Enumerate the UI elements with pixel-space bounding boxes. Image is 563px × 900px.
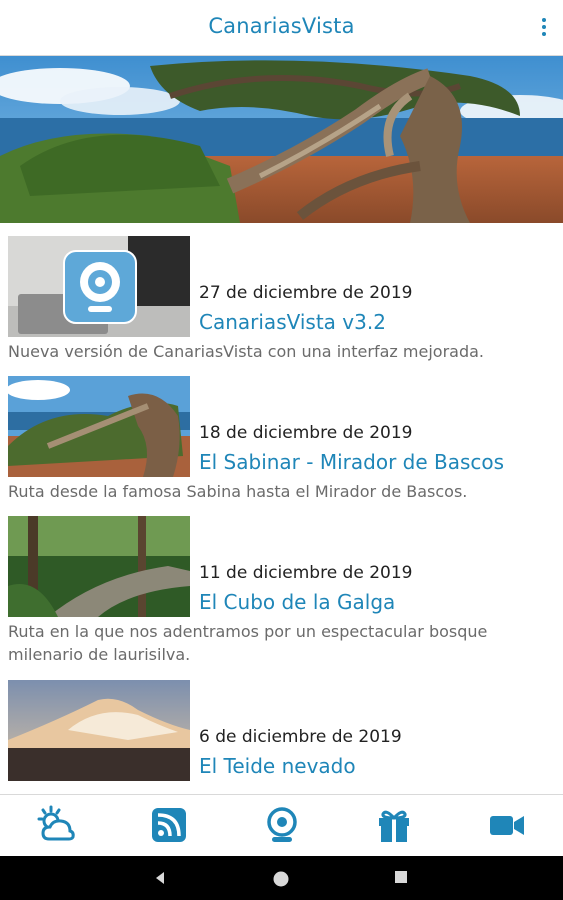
news-date: 18 de diciembre de 2019: [199, 423, 413, 443]
thumbnail-image: [8, 376, 190, 477]
home-icon[interactable]: [272, 870, 290, 888]
app-bar: CanariasVista: [0, 0, 563, 56]
news-list: 27 de diciembre de 2019 CanariasVista v3…: [0, 223, 563, 794]
list-item[interactable]: 11 de diciembre de 2019 El Cubo de la Ga…: [0, 516, 563, 671]
news-title: El Teide nevado: [199, 754, 356, 778]
news-description: Nueva versión de CanariasVista con una i…: [8, 342, 484, 361]
news-date: 27 de diciembre de 2019: [199, 283, 413, 303]
news-description: Ruta en la que nos adentramos por un esp…: [8, 622, 488, 664]
hero-carousel[interactable]: [0, 56, 563, 223]
app-title: CanariasVista: [208, 14, 355, 38]
bottom-navigation: [0, 794, 563, 856]
rss-feed-icon[interactable]: [149, 805, 189, 845]
list-item[interactable]: 18 de diciembre de 2019 El Sabinar - Mir…: [0, 376, 563, 506]
news-description: Ruta desde la famosa Sabina hasta el Mir…: [8, 482, 468, 501]
recents-icon[interactable]: [394, 870, 408, 884]
thumbnail-image: [8, 516, 190, 617]
system-navigation-bar: [0, 856, 563, 900]
webcam-icon[interactable]: [262, 805, 302, 845]
gift-icon[interactable]: [374, 805, 414, 845]
thumbnail-image: [8, 236, 190, 337]
news-title: El Cubo de la Galga: [199, 590, 396, 614]
news-title: El Sabinar - Mirador de Bascos: [199, 450, 505, 474]
news-date: 11 de diciembre de 2019: [199, 563, 413, 583]
list-item[interactable]: 27 de diciembre de 2019 CanariasVista v3…: [0, 236, 563, 366]
video-camera-icon[interactable]: [487, 805, 527, 845]
thumbnail-image: [8, 680, 190, 781]
list-item[interactable]: 6 de diciembre de 2019 El Teide nevado: [0, 680, 563, 794]
back-icon[interactable]: [152, 870, 168, 886]
weather-icon[interactable]: [37, 805, 77, 845]
news-title: CanariasVista v3.2: [199, 310, 386, 334]
more-vert-icon[interactable]: [539, 18, 549, 38]
hero-image: [0, 56, 563, 223]
news-date: 6 de diciembre de 2019: [199, 727, 402, 747]
